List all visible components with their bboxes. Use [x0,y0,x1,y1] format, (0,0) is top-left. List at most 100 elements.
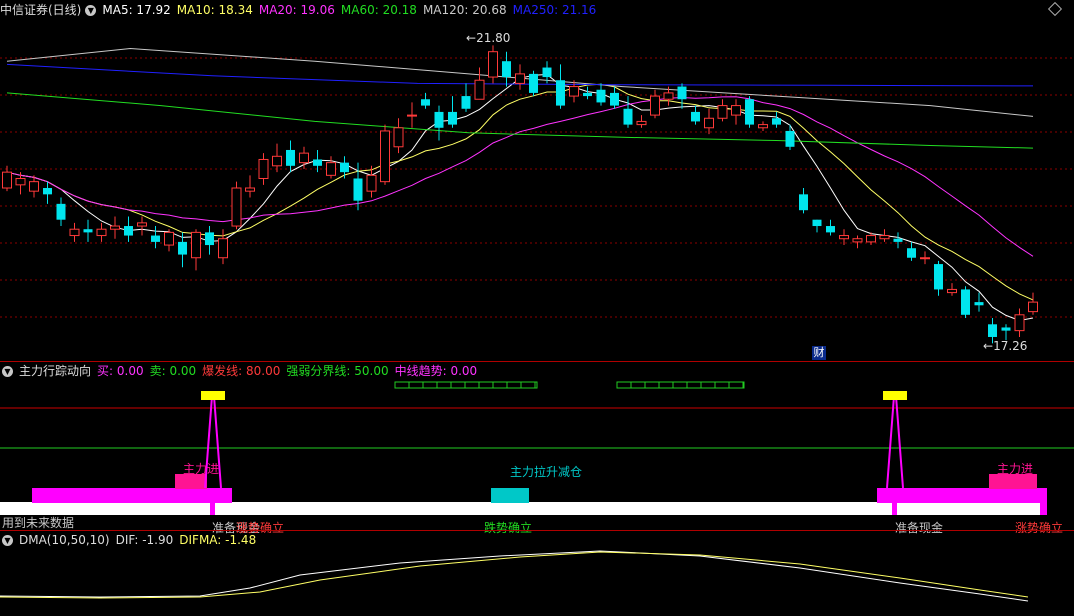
future-data-warning: 用到未来数据 [2,516,75,530]
candle-body [272,155,282,167]
finance-tag[interactable]: 财 [812,346,826,360]
candle-body [1014,314,1025,332]
candle-body [29,181,39,192]
candle-body [83,229,93,233]
buy-value: 买: 0.00 [97,364,144,378]
candle-body [448,111,457,125]
chevron-down-icon[interactable]: ▼ [2,366,13,377]
trend-strip [616,381,745,389]
signal-marker [1040,502,1047,515]
burst-line-value: 爆发线: 80.00 [202,364,281,378]
candle-body [2,171,12,189]
candle-body [812,219,822,227]
candle-body [43,188,52,195]
candle-body [826,226,835,233]
candle-body [961,289,970,315]
main-force-zone [32,488,232,503]
candle-body [663,92,674,100]
candle-body [366,174,377,192]
dif-value: DIF: -1.90 [115,533,174,547]
main-panel-header: 中信证券(日线) ▼ MA5: 17.92 MA10: 18.34 MA20: 19.0… [0,1,602,19]
signal-marker [892,502,897,515]
candle-body [151,235,160,242]
candle-body [353,178,363,201]
candle-body [920,257,930,260]
candle-body [96,228,107,237]
candle-body [1001,327,1011,331]
candle-body [623,108,633,125]
signal-label-rise-2: 涨势确立 [1015,521,1064,535]
signal-label-fall: 跌势确立 [484,521,533,535]
candle-body [879,235,890,240]
candle-body [56,203,66,220]
candle-body [596,89,606,103]
ma60-value: MA60: 20.18 [340,3,417,17]
buy-signal-spike [886,395,904,489]
candle-body [313,159,322,166]
low-price-label: 17.26 [993,339,1028,353]
candle-body [69,228,80,237]
candle-body [529,73,538,93]
stock-chart-window: 中信证券(日线) ▼ MA5: 17.92 MA10: 18.34 MA20: 19.0… [0,0,1074,613]
candle-body [164,231,174,246]
buy-signal-cap [201,391,225,400]
candle-body [704,117,714,129]
main-in-label-2: 主力进 [997,462,1034,476]
difma-value: DIFMA: -1.48 [179,533,257,547]
candle-body [799,194,808,211]
indicator-title: 主力行踪动向 [19,364,92,378]
candle-body [393,127,404,148]
candle-body [461,96,471,109]
candle-body [407,114,417,117]
ma60-line [6,92,1034,149]
candle-body [636,120,647,126]
candle-body [205,232,214,246]
chevron-down-icon[interactable]: ▼ [2,535,13,546]
ma5-line [6,73,1034,322]
candle-body [745,99,754,125]
candle-body [772,118,781,125]
lift-reduce-block [491,488,529,503]
candle-body [610,92,619,106]
signal-base-band [0,502,1047,515]
ma120-value: MA120: 20.68 [422,3,507,17]
candle-body [191,231,201,259]
signal-label-cash-2: 准备现金 [895,521,944,535]
ma20-value: MA20: 19.06 [258,3,335,17]
candle-body [286,149,295,166]
high-price-marker: ←21.80 [466,31,511,45]
chevron-down-icon[interactable]: ▼ [85,5,97,16]
candle-body [502,61,511,78]
ma20-line [6,96,1034,257]
candle-body [380,130,390,183]
candle-body [299,152,309,164]
indicator-panel-header: ▼ 主力行踪动向 买: 0.00 卖: 0.00 爆发线: 80.00 强弱分界线: 50… [0,362,483,380]
trend-strip [394,381,538,389]
dif-line [0,550,1029,602]
candle-body [340,162,349,173]
stock-title: 中信证券(日线) [0,3,82,17]
candle-body [731,105,741,116]
candle-body [258,158,269,179]
candle-body [474,79,485,100]
candle-body [110,225,120,230]
candle-body [218,238,228,259]
candle-body [515,73,525,84]
candle-body [907,248,916,258]
trend-value: 中线趋势: 0.00 [394,364,478,378]
candle-body [677,86,687,100]
ma5-value: MA5: 17.92 [102,3,171,17]
candle-body [583,92,592,97]
buy-signal-cap [883,391,907,400]
dma-title: DMA(10,50,10) [19,533,110,547]
dma-panel-header: ▼ DMA(10,50,10) DIF: -1.90 DIFMA: -1.48 [0,531,262,549]
sell-value: 卖: 0.00 [149,364,197,378]
candle-body [178,241,187,255]
low-price-marker: ←17.26 [983,339,1028,353]
candle-body [758,124,768,129]
ma250-value: MA250: 21.16 [512,3,597,17]
candle-body [988,324,997,337]
candle-body [717,105,728,119]
candle-body [934,264,943,290]
candle-body [839,235,849,240]
